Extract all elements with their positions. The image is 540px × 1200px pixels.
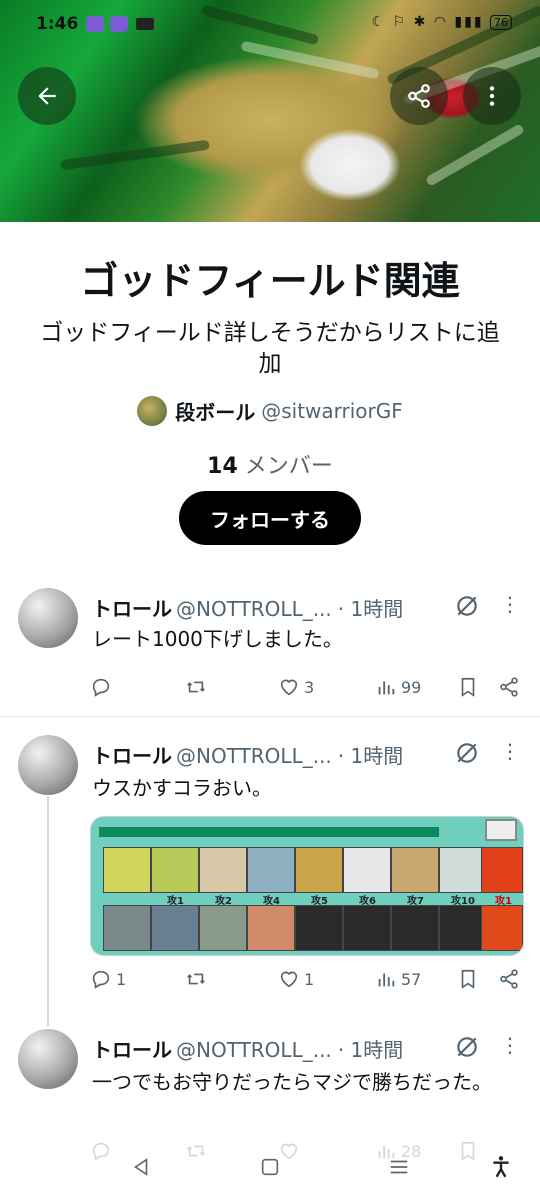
owner-name[interactable]: 段ボール bbox=[175, 401, 255, 425]
list-title: ゴッドフィールド関連 bbox=[80, 259, 460, 303]
tweet-actions: 3 99 bbox=[90, 676, 526, 706]
tweet-time[interactable]: · 1時間 bbox=[338, 597, 403, 621]
list-owner[interactable]: 段ボール @sitwarriorGF bbox=[0, 396, 540, 426]
author-name[interactable]: トロール bbox=[92, 597, 172, 621]
grok-icon[interactable] bbox=[454, 593, 480, 619]
divider bbox=[0, 716, 540, 717]
views-icon bbox=[378, 973, 395, 987]
retweet-button[interactable] bbox=[185, 968, 211, 990]
view-count: 57 bbox=[401, 969, 422, 989]
back-button[interactable] bbox=[18, 67, 76, 125]
list-description: ゴッドフィールド詳しそうだからリストに追加 bbox=[40, 320, 500, 377]
nav-back-icon[interactable] bbox=[130, 1156, 152, 1178]
reply-icon bbox=[92, 970, 110, 989]
tweet-more-icon[interactable]: ⋮ bbox=[500, 1033, 520, 1057]
owner-avatar[interactable] bbox=[137, 396, 168, 426]
author-handle[interactable]: @NOTTROLL_... bbox=[176, 1038, 332, 1062]
bookmark-button[interactable] bbox=[457, 968, 479, 990]
status-time: 1:46 bbox=[36, 14, 79, 34]
tweet-more-icon[interactable]: ⋮ bbox=[500, 592, 520, 616]
tweet-header: トロール @NOTTROLL_... · 1時間 bbox=[92, 740, 403, 769]
back-arrow-icon bbox=[38, 87, 56, 105]
member-count-label: メンバー bbox=[244, 454, 333, 479]
tweet-time[interactable]: · 1時間 bbox=[338, 1038, 403, 1062]
owner-handle[interactable]: @sitwarriorGF bbox=[261, 399, 403, 423]
bookmark-icon bbox=[461, 969, 475, 989]
like-button[interactable]: 3 bbox=[278, 676, 314, 698]
author-handle[interactable]: @NOTTROLL_... bbox=[176, 744, 332, 768]
like-count: 3 bbox=[304, 677, 315, 697]
grok-icon[interactable] bbox=[454, 1034, 480, 1060]
bookmark-button[interactable] bbox=[457, 676, 479, 698]
share-tweet-button[interactable] bbox=[498, 676, 520, 698]
retweet-icon bbox=[187, 973, 205, 985]
nav-recents-icon[interactable] bbox=[388, 1156, 410, 1178]
app-notification-icon bbox=[110, 16, 128, 32]
share-icon bbox=[500, 677, 518, 697]
nav-home-icon[interactable] bbox=[259, 1156, 281, 1178]
battery-icon: 76 bbox=[490, 15, 512, 30]
reply-button[interactable]: 1 bbox=[90, 968, 126, 990]
app-notification-icon bbox=[86, 16, 104, 32]
avatar[interactable] bbox=[18, 1029, 78, 1089]
retweet-icon bbox=[187, 681, 205, 693]
more-vertical-icon bbox=[489, 86, 495, 106]
views-button[interactable]: 99 bbox=[375, 676, 421, 698]
grok-icon[interactable] bbox=[454, 740, 480, 766]
system-nav-bar bbox=[0, 1150, 540, 1190]
member-count[interactable]: 14 メンバー bbox=[0, 448, 540, 480]
tweet-text: 一つでもお守りだったらマジで勝ちだった。 bbox=[92, 1070, 492, 1094]
status-icons: ☾ ⚐ ✱ ◠ ▮▮▮ 76 bbox=[372, 14, 512, 30]
tweet-text: レート1000下げしました。 bbox=[92, 627, 343, 651]
heart-icon bbox=[280, 679, 298, 696]
tweet-actions: 1 1 57 bbox=[90, 968, 526, 998]
view-count: 99 bbox=[401, 677, 422, 697]
reply-icon bbox=[92, 678, 110, 697]
views-button[interactable]: 57 bbox=[375, 968, 421, 990]
author-name[interactable]: トロール bbox=[92, 744, 172, 768]
tweet-more-icon[interactable]: ⋮ bbox=[500, 739, 520, 763]
tweet-header: トロール @NOTTROLL_... · 1時間 bbox=[92, 593, 403, 622]
share-button[interactable] bbox=[390, 67, 448, 125]
tweet-text: ウスかすコラおい。 bbox=[92, 776, 272, 800]
share-icon bbox=[408, 84, 430, 108]
share-icon bbox=[500, 969, 518, 989]
status-bar: 1:46 ☾ ⚐ ✱ ◠ ▮▮▮ 76 bbox=[0, 12, 540, 38]
more-options-button[interactable] bbox=[463, 67, 521, 125]
follow-button[interactable]: フォローする bbox=[179, 491, 361, 545]
like-count: 1 bbox=[304, 969, 315, 989]
like-button[interactable]: 1 bbox=[278, 968, 314, 990]
reply-button[interactable] bbox=[90, 676, 116, 698]
heart-icon bbox=[280, 971, 298, 988]
author-name[interactable]: トロール bbox=[92, 1038, 172, 1062]
tweet-media-image[interactable]: 攻1 攻2 攻4 攻5 攻6 攻7 攻10 攻1 bbox=[90, 816, 524, 956]
accessibility-icon[interactable] bbox=[488, 1154, 514, 1180]
menu-icon bbox=[485, 819, 517, 841]
thread-line bbox=[47, 796, 49, 1026]
avatar[interactable] bbox=[18, 735, 78, 795]
author-handle[interactable]: @NOTTROLL_... bbox=[176, 597, 332, 621]
share-tweet-button[interactable] bbox=[498, 968, 520, 990]
mail-icon bbox=[136, 18, 154, 30]
avatar[interactable] bbox=[18, 588, 78, 648]
reply-count: 1 bbox=[116, 969, 127, 989]
tweet-time[interactable]: · 1時間 bbox=[338, 744, 403, 768]
bookmark-icon bbox=[461, 677, 475, 697]
tweet-header: トロール @NOTTROLL_... · 1時間 bbox=[92, 1034, 403, 1063]
member-count-number: 14 bbox=[207, 454, 238, 479]
views-icon bbox=[378, 681, 395, 695]
retweet-button[interactable] bbox=[185, 676, 211, 698]
